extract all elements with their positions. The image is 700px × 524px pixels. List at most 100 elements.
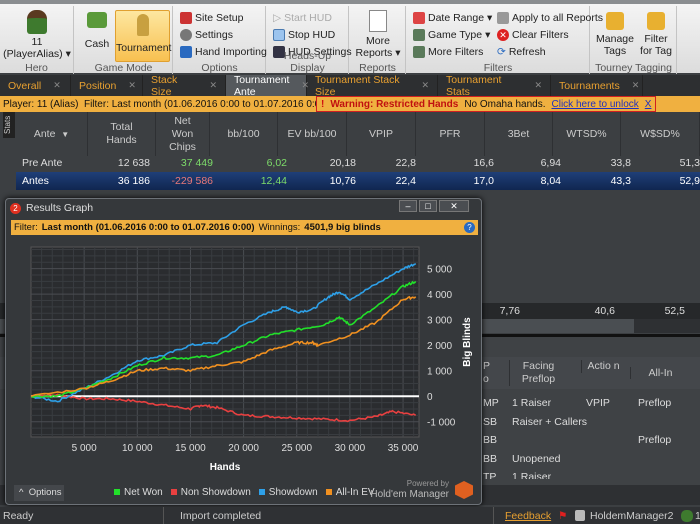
header-label: PFR: [439, 127, 461, 140]
col-vpip[interactable]: VPIP: [347, 112, 416, 156]
close-button[interactable]: ✕: [439, 200, 469, 212]
tournament-label: Tournament: [116, 42, 172, 54]
legend-item[interactable]: All-In EV: [325, 487, 375, 498]
legend-swatch: [114, 489, 120, 495]
tab-tournament-stats[interactable]: Tournament Stats ✕: [438, 73, 551, 98]
close-icon[interactable]: ✕: [534, 80, 542, 91]
filter-label: Filter:: [14, 222, 38, 233]
col-3bet[interactable]: 3Bet: [485, 112, 553, 156]
cell: -229 586: [171, 175, 213, 187]
col-ev-bb100[interactable]: EV bb/100: [278, 112, 347, 156]
cell: Antes: [22, 175, 49, 187]
label: for Tag: [640, 45, 672, 57]
cell: 7,76: [499, 305, 520, 317]
col-wtsd[interactable]: WTSD%: [553, 112, 621, 156]
hm2-logo-icon: 2: [10, 202, 21, 214]
cell: 12 638: [117, 157, 150, 169]
close-warning-button[interactable]: X: [645, 99, 652, 110]
col-wssd[interactable]: W$SD%: [621, 112, 700, 156]
label: Start HUD: [284, 12, 332, 24]
filter-value: Last month (01.06.2016 0:00 to 01.07.201…: [41, 222, 255, 233]
close-icon[interactable]: ✕: [421, 80, 429, 91]
label: Tags: [603, 45, 627, 57]
gear-icon: [180, 29, 192, 41]
x-tick-label: 20 000: [228, 443, 259, 454]
stats-side-tab[interactable]: Stats: [3, 112, 15, 138]
chart-legend: Net Won Non Showdown Showdown All-In EV: [114, 487, 375, 498]
cell: 43,3: [610, 175, 631, 187]
legend-swatch: [170, 489, 177, 495]
date-range-button[interactable]: Date Range ▾: [413, 12, 492, 24]
table-row-selected[interactable]: Antes 36 186 -229 586 12,44 10,76 22,4 1…: [16, 172, 700, 190]
col-all-in[interactable]: All-In: [630, 367, 690, 379]
tab-stack-size[interactable]: Stack Size ✕: [143, 74, 226, 98]
cell: Raiser + Callers: [512, 415, 587, 428]
group-label: Tourney Tagging: [595, 62, 672, 74]
tab-label: Tournament Stats: [446, 73, 502, 98]
hand-importing-button[interactable]: Hand Importing: [180, 46, 267, 58]
more-filters-button[interactable]: More Filters: [413, 46, 483, 58]
tab-position[interactable]: Position ✕: [71, 75, 143, 96]
label: Game Type: [428, 29, 483, 41]
legend-item[interactable]: Non Showdown: [170, 487, 251, 498]
cell: 22,4: [395, 175, 416, 187]
legend-item[interactable]: Showdown: [258, 487, 318, 498]
database-name[interactable]: HoldemManager2: [590, 510, 673, 522]
manage-tags-button[interactable]: Manage Tags: [595, 12, 635, 57]
cell: 10,76: [329, 175, 356, 187]
clear-filters-button[interactable]: ✕ Clear Filters: [497, 29, 569, 41]
hero-name: 11: [31, 36, 43, 48]
apply-all-button[interactable]: Apply to all Reports: [497, 12, 603, 24]
site-setup-button[interactable]: Site Setup: [180, 12, 243, 24]
calendar-icon: [413, 12, 425, 24]
minimize-button[interactable]: –: [399, 200, 417, 212]
tab-overall[interactable]: Overall ✕: [0, 75, 71, 96]
play-icon: ▷: [273, 12, 282, 24]
tab-tournament-ante[interactable]: Tournament Ante ✕: [226, 74, 309, 98]
group-label: Reports: [359, 62, 396, 74]
tab-tournaments[interactable]: Tournaments ✕: [551, 75, 643, 96]
stop-hud-button[interactable]: Stop HUD: [273, 29, 335, 41]
tab-tournament-stack-size[interactable]: Tournament Stack Size ✕: [307, 74, 438, 98]
cell: 52,5: [664, 305, 685, 317]
game-type-button[interactable]: Game Type ▾: [413, 29, 490, 41]
header-label: EV bb/100: [287, 127, 337, 140]
x-tick-label: 5 000: [72, 443, 97, 454]
table-row[interactable]: Pre Ante 12 638 37 449 6,02 20,18 22,8 1…: [16, 154, 700, 172]
filter-for-tag-button[interactable]: Filter for Tag: [637, 12, 675, 57]
status-user: 1: [695, 510, 700, 522]
refresh-button[interactable]: ⟳ Refresh: [497, 46, 546, 58]
help-icon[interactable]: ?: [464, 222, 475, 233]
start-hud-button[interactable]: ▷ Start HUD: [273, 12, 332, 24]
maximize-button[interactable]: □: [419, 200, 437, 212]
cash-button[interactable]: Cash: [81, 12, 113, 50]
col-pfr[interactable]: PFR: [416, 112, 485, 156]
close-icon[interactable]: ✕: [128, 80, 136, 91]
legend-item[interactable]: Net Won: [114, 487, 163, 498]
options-button[interactable]: ^ Options: [14, 485, 64, 501]
settings-button[interactable]: Settings: [180, 29, 233, 41]
col-total-hands[interactable]: Total Hands: [88, 112, 156, 156]
tab-label: Overall: [8, 79, 42, 92]
player-avatar-icon: [681, 510, 693, 522]
feedback-link[interactable]: Feedback: [505, 510, 551, 522]
label: Date Range: [428, 12, 485, 24]
close-icon[interactable]: ✕: [53, 80, 61, 91]
tournament-button[interactable]: Tournament: [115, 10, 172, 62]
cell: 20,18: [329, 157, 356, 169]
col-facing-preflop[interactable]: Facing Preflop: [509, 360, 567, 386]
winnings-label: Winnings:: [258, 222, 301, 233]
more-reports-button[interactable]: More Reports ▾: [350, 10, 406, 59]
close-icon[interactable]: ✕: [209, 80, 217, 91]
col-action[interactable]: Actio n: [581, 360, 625, 373]
col-position[interactable]: P o: [483, 360, 497, 386]
label: Site Setup: [195, 12, 244, 24]
unlock-link[interactable]: Click here to unlock: [552, 99, 639, 110]
col-ante[interactable]: Ante ▼: [16, 112, 88, 156]
hero-button[interactable]: 11 (PlayerAlias) ▾: [0, 10, 74, 60]
cell: 17,0: [473, 175, 494, 187]
cell: 8,04: [540, 175, 561, 187]
col-bb100[interactable]: bb/100: [210, 112, 278, 156]
close-icon[interactable]: ✕: [632, 80, 640, 91]
col-net-won[interactable]: Net Won Chips: [156, 112, 210, 156]
